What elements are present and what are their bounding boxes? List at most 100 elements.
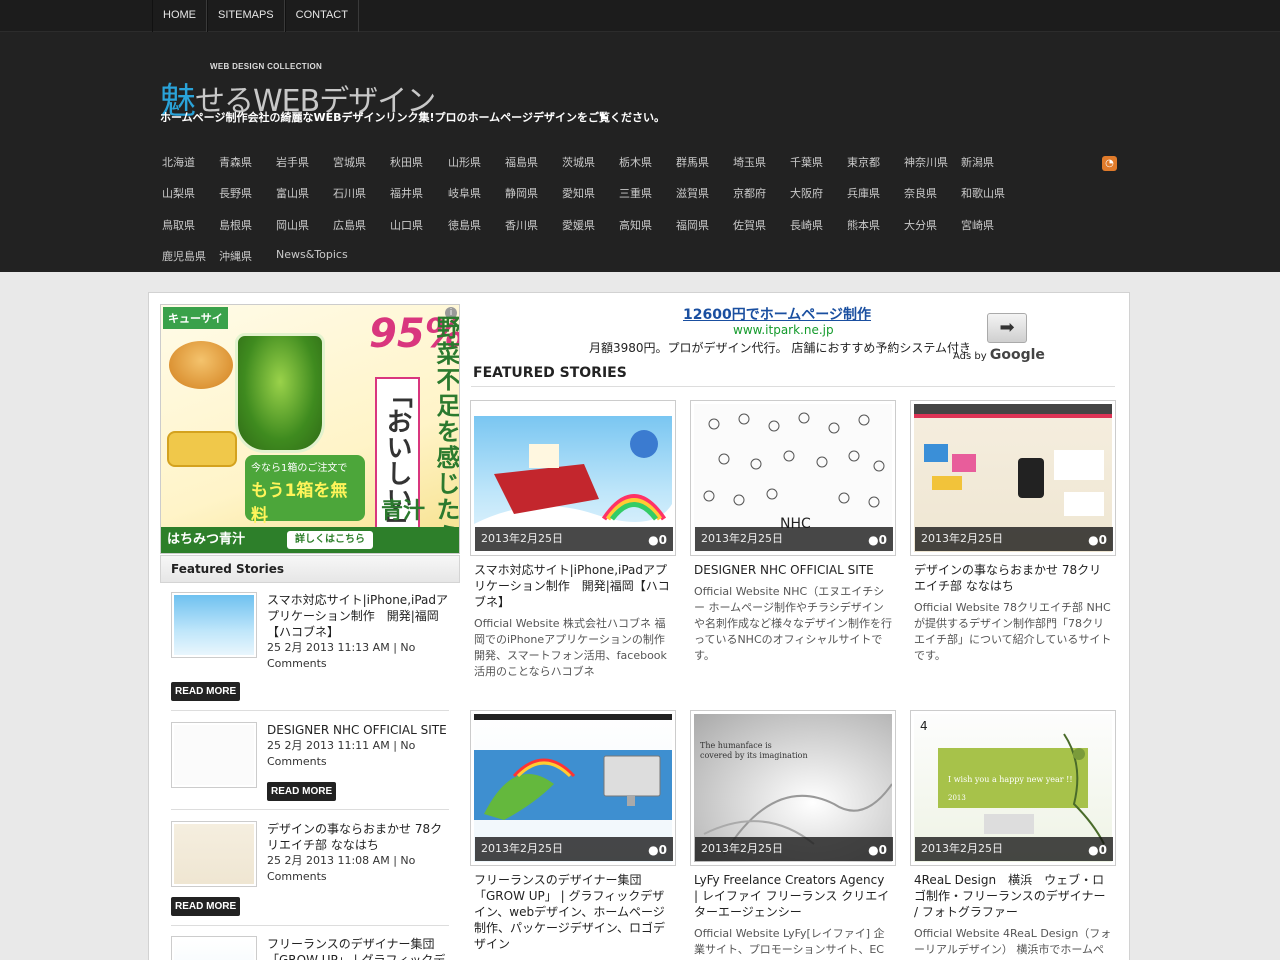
- card-title-link[interactable]: DESIGNER NHC OFFICIAL SITE: [690, 562, 896, 578]
- prefecture-link[interactable]: 福島県: [505, 154, 538, 170]
- prefecture-link[interactable]: 福井県: [390, 185, 423, 201]
- sidebar-story-title-link[interactable]: スマホ対応サイト|iPhone,iPadアプリケーション制作 開発|福岡【ハコブ…: [267, 592, 451, 640]
- sidebar-story-thumbnail[interactable]: [171, 722, 257, 788]
- card-title-link[interactable]: LyFy Freelance Creators Agency | レイファイ フ…: [690, 872, 896, 920]
- card-thumbnail[interactable]: 2013年2月25日 ●0: [910, 400, 1116, 556]
- sidebar-story-title-link[interactable]: DESIGNER NHC OFFICIAL SITE: [267, 722, 451, 738]
- featured-card[interactable]: NHC 2013年2月25日 ●0 DESIGNER NHC OFFICIAL …: [690, 400, 896, 664]
- prefecture-link[interactable]: 富山県: [276, 185, 309, 201]
- prefecture-link[interactable]: 三重県: [619, 185, 652, 201]
- ad-details-button[interactable]: 詳しくはこちら: [287, 531, 373, 549]
- prefecture-link[interactable]: 沖縄県: [219, 248, 252, 264]
- prefecture-link[interactable]: 山口県: [390, 217, 423, 233]
- sidebar-story-meta: 25 2月 2013 11:11 AM | No Comments: [267, 739, 416, 768]
- sidebar-story-thumbnail[interactable]: [171, 592, 257, 658]
- prefecture-link[interactable]: 兵庫県: [847, 185, 880, 201]
- prefecture-link[interactable]: 愛媛県: [562, 217, 595, 233]
- divider: [171, 809, 449, 810]
- prefecture-link[interactable]: 岡山県: [276, 217, 309, 233]
- prefecture-link[interactable]: 広島県: [333, 217, 366, 233]
- text-ad-arrow-button[interactable]: ➡: [987, 313, 1027, 343]
- comment-count[interactable]: ●0: [868, 843, 887, 857]
- sidebar-story-title-link[interactable]: デザインの事ならおまかせ 78クリエイチ部 ななはち: [267, 821, 451, 853]
- banner-ad[interactable]: キューサイ i 95% 「おいしい」 野菜不足を感じたら 今なら1箱のご注文で …: [160, 304, 460, 554]
- text-ad-title-link[interactable]: 12600円でホームページ制作: [683, 304, 871, 324]
- prefecture-link[interactable]: 島根県: [219, 217, 252, 233]
- prefecture-link[interactable]: 埼玉県: [733, 154, 766, 170]
- featured-card[interactable]: 2013年2月25日 ●0 デザインの事ならおまかせ 78クリエイチ部 ななはち…: [910, 400, 1116, 664]
- card-title-link[interactable]: フリーランスのデザイナー集団「GROW UP」 | グラフィックデザイン、web…: [470, 872, 676, 952]
- comment-count[interactable]: ●0: [868, 533, 887, 547]
- card-thumbnail[interactable]: 2013年2月25日 ●0: [470, 400, 676, 556]
- prefecture-link[interactable]: 熊本県: [847, 217, 880, 233]
- prefecture-link[interactable]: 大阪府: [790, 185, 823, 201]
- prefecture-link[interactable]: 秋田県: [390, 154, 423, 170]
- prefecture-link[interactable]: 宮城県: [333, 154, 366, 170]
- prefecture-link[interactable]: 岩手県: [276, 154, 309, 170]
- comment-count[interactable]: ●0: [1088, 843, 1107, 857]
- prefecture-link[interactable]: 宮崎県: [961, 217, 994, 233]
- comment-count[interactable]: ●0: [648, 843, 667, 857]
- omelette-image: [167, 431, 237, 467]
- featured-card[interactable]: 4 I wish you a happy new year !! 2013 20…: [910, 710, 1116, 958]
- prefecture-link[interactable]: 群馬県: [676, 154, 709, 170]
- nav-contact-link[interactable]: CONTACT: [284, 0, 359, 32]
- prefecture-link[interactable]: 大分県: [904, 217, 937, 233]
- site-logo[interactable]: WEB DESIGN COLLECTION 魅せるWEBデザイン: [160, 56, 450, 122]
- prefecture-link[interactable]: 茨城県: [562, 154, 595, 170]
- prefecture-link[interactable]: 高知県: [619, 217, 652, 233]
- sidebar-story-thumbnail[interactable]: [171, 936, 257, 960]
- svg-text:4: 4: [920, 719, 928, 733]
- comment-count[interactable]: ●0: [1088, 533, 1107, 547]
- card-title-link[interactable]: スマホ対応サイト|iPhone,iPadアプリケーション制作 開発|福岡【ハコブ…: [470, 562, 676, 610]
- prefecture-link[interactable]: 北海道: [162, 154, 195, 170]
- prefecture-link[interactable]: 青森県: [219, 154, 252, 170]
- featured-card[interactable]: The humanface is covered by its imaginat…: [690, 710, 896, 958]
- prefecture-link[interactable]: 鹿児島県: [162, 248, 206, 264]
- text-ad-url[interactable]: www.itpark.ne.jp: [733, 323, 834, 337]
- sidebar-story-image: [174, 595, 254, 655]
- read-more-button[interactable]: READ MORE: [171, 897, 241, 916]
- prefecture-link[interactable]: 徳島県: [448, 217, 481, 233]
- prefecture-link[interactable]: 香川県: [505, 217, 538, 233]
- prefecture-link[interactable]: 奈良県: [904, 185, 937, 201]
- prefecture-link[interactable]: 山形県: [448, 154, 481, 170]
- prefecture-link[interactable]: 静岡県: [505, 185, 538, 201]
- read-more-button[interactable]: READ MORE: [267, 782, 337, 801]
- sidebar-story-title-link[interactable]: フリーランスのデザイナー集団「GROW UP」 | グラフィックデ: [267, 936, 451, 960]
- card-title-link[interactable]: デザインの事ならおまかせ 78クリエイチ部 ななはち: [910, 562, 1116, 594]
- prefecture-link[interactable]: 滋賀県: [676, 185, 709, 201]
- prefecture-link[interactable]: 栃木県: [619, 154, 652, 170]
- prefecture-link[interactable]: 長崎県: [790, 217, 823, 233]
- prefecture-link[interactable]: 長野県: [219, 185, 252, 201]
- prefecture-link[interactable]: 千葉県: [790, 154, 823, 170]
- comment-count[interactable]: ●0: [648, 533, 667, 547]
- prefecture-link[interactable]: 山梨県: [162, 185, 195, 201]
- ads-by-google[interactable]: Ads by Google: [953, 347, 1045, 363]
- prefecture-link[interactable]: 愛知県: [562, 185, 595, 201]
- card-thumbnail[interactable]: 4 I wish you a happy new year !! 2013 20…: [910, 710, 1116, 866]
- card-thumbnail[interactable]: NHC 2013年2月25日 ●0: [690, 400, 896, 556]
- prefecture-link[interactable]: 東京都: [847, 154, 880, 170]
- prefecture-link[interactable]: 京都府: [733, 185, 766, 201]
- prefecture-link[interactable]: 石川県: [333, 185, 366, 201]
- prefecture-link[interactable]: News&Topics: [276, 248, 348, 261]
- nav-home-link[interactable]: HOME: [152, 0, 207, 32]
- prefecture-link[interactable]: 福岡県: [676, 217, 709, 233]
- prefecture-link[interactable]: 佐賀県: [733, 217, 766, 233]
- prefecture-link[interactable]: 岐阜県: [448, 185, 481, 201]
- top-nav-links: HOME SITEMAPS CONTACT: [152, 0, 359, 32]
- prefecture-link[interactable]: 和歌山県: [961, 185, 1005, 201]
- card-thumbnail[interactable]: The humanface is covered by its imaginat…: [690, 710, 896, 866]
- read-more-button[interactable]: READ MORE: [171, 682, 241, 701]
- prefecture-link[interactable]: 神奈川県: [904, 154, 948, 170]
- nav-sitemaps-link[interactable]: SITEMAPS: [207, 0, 285, 32]
- featured-card[interactable]: 2013年2月25日 ●0 スマホ対応サイト|iPhone,iPadアプリケーシ…: [470, 400, 676, 680]
- sidebar-story-thumbnail[interactable]: [171, 821, 257, 887]
- rss-icon[interactable]: ◔: [1102, 156, 1117, 171]
- featured-card[interactable]: 2013年2月25日 ●0 フリーランスのデザイナー集団「GROW UP」 | …: [470, 710, 676, 958]
- prefecture-link[interactable]: 鳥取県: [162, 217, 195, 233]
- card-title-link[interactable]: 4ReaL Design 横浜 ウェブ・ロゴ制作・フリーランスのデザイナー / …: [910, 872, 1116, 920]
- card-thumbnail[interactable]: 2013年2月25日 ●0: [470, 710, 676, 866]
- prefecture-link[interactable]: 新潟県: [961, 154, 994, 170]
